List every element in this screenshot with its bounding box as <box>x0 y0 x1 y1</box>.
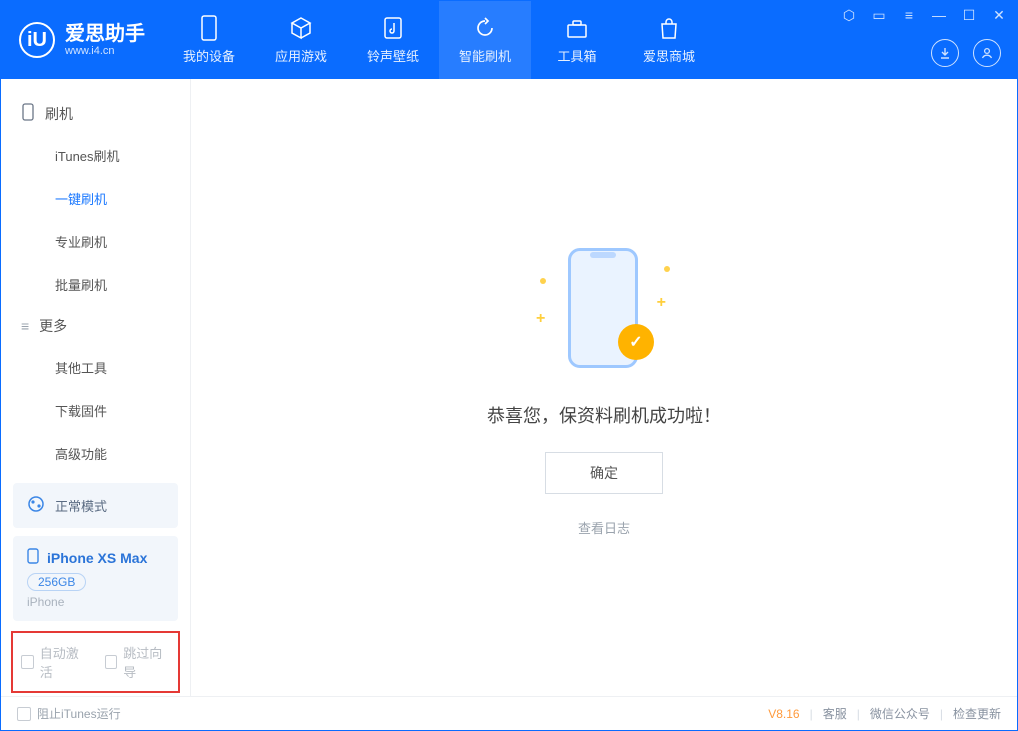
minimize-button[interactable]: — <box>931 7 947 24</box>
device-type: iPhone <box>27 595 164 609</box>
tab-my-device[interactable]: 我的设备 <box>163 1 255 79</box>
shirt-icon[interactable]: ⬡ <box>841 7 857 24</box>
sidebar-group-title: 更多 <box>39 316 67 336</box>
sidebar-item-batch-flash[interactable]: 批量刷机 <box>1 263 190 306</box>
maximize-button[interactable]: ☐ <box>961 7 977 24</box>
phone-notch-graphic <box>590 252 616 258</box>
spark-plus-icon: + <box>536 310 545 328</box>
mode-label: 正常模式 <box>55 496 107 515</box>
version-label: V8.16 <box>768 707 799 721</box>
logo-area: iU 爱思助手 www.i4.cn <box>1 1 163 79</box>
refresh-icon <box>473 16 497 40</box>
mode-icon <box>27 495 45 516</box>
tab-toolbox[interactable]: 工具箱 <box>531 1 623 79</box>
logo-icon: iU <box>19 22 55 58</box>
footer-link-support[interactable]: 客服 <box>823 705 847 722</box>
device-name-row: iPhone XS Max <box>27 548 164 567</box>
music-icon <box>381 16 405 40</box>
note-icon[interactable]: ▭ <box>871 7 887 24</box>
sidebar-group-more: ≡ 更多 <box>1 306 190 346</box>
divider: | <box>810 707 813 721</box>
tab-label: 爱思商城 <box>643 46 695 65</box>
app-window: iU 爱思助手 www.i4.cn 我的设备 应用游戏 铃声壁纸 智能刷机 <box>0 0 1018 731</box>
skip-guide-checkbox[interactable]: 跳过向导 <box>105 643 171 681</box>
app-subtitle: www.i4.cn <box>65 45 145 57</box>
block-itunes-label: 阻止iTunes运行 <box>37 705 121 722</box>
body: 刷机 iTunes刷机 一键刷机 专业刷机 批量刷机 ≡ 更多 其他工具 下载固… <box>1 79 1017 696</box>
device-name: iPhone XS Max <box>47 550 147 566</box>
window-controls: ⬡ ▭ ≡ — ☐ ✕ <box>841 7 1007 24</box>
tab-smart-flash[interactable]: 智能刷机 <box>439 1 531 79</box>
auto-activate-checkbox[interactable]: 自动激活 <box>21 643 87 681</box>
menu-icon[interactable]: ≡ <box>901 7 917 24</box>
logo-text: 爱思助手 www.i4.cn <box>65 23 145 57</box>
divider: | <box>857 707 860 721</box>
view-log-link[interactable]: 查看日志 <box>578 518 630 537</box>
success-illustration: ✓ + + <box>534 238 674 378</box>
checkbox-icon <box>17 707 31 721</box>
sidebar-item-advanced[interactable]: 高级功能 <box>1 432 190 475</box>
download-button[interactable] <box>931 39 959 67</box>
checkmark-badge-icon: ✓ <box>618 324 654 360</box>
header: iU 爱思助手 www.i4.cn 我的设备 应用游戏 铃声壁纸 智能刷机 <box>1 1 1017 79</box>
sidebar: 刷机 iTunes刷机 一键刷机 专业刷机 批量刷机 ≡ 更多 其他工具 下载固… <box>1 79 191 696</box>
spark-plus-icon: + <box>657 294 666 312</box>
options-row: 自动激活 跳过向导 <box>11 631 180 693</box>
block-itunes-checkbox[interactable]: 阻止iTunes运行 <box>17 705 121 722</box>
divider: | <box>940 707 943 721</box>
phone-icon <box>21 103 35 124</box>
device-icon <box>197 16 221 40</box>
tab-label: 应用游戏 <box>275 46 327 65</box>
bag-icon <box>657 16 681 40</box>
spark-dot-icon <box>540 278 546 284</box>
top-tabs: 我的设备 应用游戏 铃声壁纸 智能刷机 工具箱 爱思商城 <box>163 1 715 79</box>
user-button[interactable] <box>973 39 1001 67</box>
tab-label: 我的设备 <box>183 46 235 65</box>
mode-box[interactable]: 正常模式 <box>13 483 178 528</box>
sidebar-item-oneclick-flash[interactable]: 一键刷机 <box>1 177 190 220</box>
checkbox-icon <box>105 655 118 669</box>
list-icon: ≡ <box>21 318 29 334</box>
device-phone-icon <box>27 548 39 567</box>
footer-link-update[interactable]: 检查更新 <box>953 705 1001 722</box>
tab-label: 铃声壁纸 <box>367 46 419 65</box>
tab-label: 智能刷机 <box>459 46 511 65</box>
skip-guide-label: 跳过向导 <box>123 643 170 681</box>
tab-apps-games[interactable]: 应用游戏 <box>255 1 347 79</box>
sidebar-group-title: 刷机 <box>45 104 73 124</box>
sidebar-item-itunes-flash[interactable]: iTunes刷机 <box>1 134 190 177</box>
close-button[interactable]: ✕ <box>991 7 1007 24</box>
toolbox-icon <box>565 16 589 40</box>
device-capacity: 256GB <box>27 573 86 591</box>
tab-store[interactable]: 爱思商城 <box>623 1 715 79</box>
sidebar-item-download-firmware[interactable]: 下载固件 <box>1 389 190 432</box>
footer-link-wechat[interactable]: 微信公众号 <box>870 705 930 722</box>
spark-dot-icon <box>664 266 670 272</box>
sidebar-item-pro-flash[interactable]: 专业刷机 <box>1 220 190 263</box>
footer: 阻止iTunes运行 V8.16 | 客服 | 微信公众号 | 检查更新 <box>1 696 1017 730</box>
device-box[interactable]: iPhone XS Max 256GB iPhone <box>13 536 178 621</box>
tab-label: 工具箱 <box>557 46 596 65</box>
auto-activate-label: 自动激活 <box>40 643 87 681</box>
sidebar-item-other-tools[interactable]: 其他工具 <box>1 346 190 389</box>
success-message: 恭喜您，保资料刷机成功啦！ <box>487 402 721 428</box>
header-actions <box>931 39 1001 67</box>
footer-right: V8.16 | 客服 | 微信公众号 | 检查更新 <box>768 705 1001 722</box>
sidebar-bottom: 正常模式 iPhone XS Max 256GB iPhone 自动激活 <box>1 475 190 703</box>
main-content: ✓ + + 恭喜您，保资料刷机成功啦！ 确定 查看日志 <box>191 79 1017 696</box>
cube-icon <box>289 16 313 40</box>
checkbox-icon <box>21 655 34 669</box>
ok-button[interactable]: 确定 <box>545 452 663 494</box>
sidebar-group-flash: 刷机 <box>1 93 190 134</box>
tab-ringtones-wallpapers[interactable]: 铃声壁纸 <box>347 1 439 79</box>
app-title: 爱思助手 <box>65 23 145 45</box>
